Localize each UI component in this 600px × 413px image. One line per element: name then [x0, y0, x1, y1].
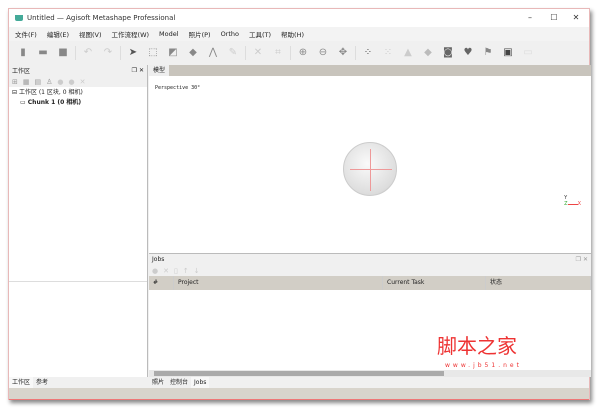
trash-icon[interactable]: ▯: [174, 267, 178, 275]
move-up-icon[interactable]: ↑: [183, 267, 189, 275]
col-project[interactable]: Project: [174, 276, 383, 290]
menu-photo[interactable]: 照片(P): [189, 29, 211, 39]
jobs-table-header: # Project Current Task 状态: [149, 276, 591, 290]
workspace-toolbar: ⊞ ▦ ▤ ♙ ● ● ✕: [9, 76, 147, 87]
status-bar: [9, 388, 589, 400]
pointer-icon[interactable]: ➤: [127, 47, 139, 59]
tab-workspace[interactable]: 工作区: [9, 377, 34, 388]
point-cloud-icon[interactable]: ⁘: [362, 47, 374, 59]
close-button[interactable]: ✕: [565, 9, 587, 27]
navigate-icon[interactable]: ✥: [337, 47, 349, 59]
resize-region-icon[interactable]: ◩: [167, 47, 179, 59]
tab-model[interactable]: 模型: [149, 65, 170, 76]
trackball[interactable]: [343, 142, 397, 196]
delete-icon[interactable]: ✕: [252, 47, 264, 59]
remove-icon[interactable]: ✕: [80, 78, 86, 86]
maximize-button[interactable]: ☐: [543, 9, 565, 27]
tab-console[interactable]: 控制台: [167, 377, 191, 388]
markers-icon[interactable]: ♥: [462, 47, 474, 59]
perspective-label: Perspective 30°: [155, 85, 201, 91]
right-bottom-tabs: 照片 控制台 Jobs: [149, 377, 210, 388]
title-bar: Untitled — Agisoft Metashape Professiona…: [9, 9, 589, 27]
jobs-title: Jobs: [152, 256, 165, 263]
tiled-model-icon[interactable]: ◆: [422, 47, 434, 59]
col-current-task[interactable]: Current Task: [383, 276, 486, 290]
move-down-icon[interactable]: ↓: [194, 267, 200, 275]
mesh-icon[interactable]: ▲: [402, 47, 414, 59]
menu-workflow[interactable]: 工作流程(W): [112, 29, 150, 39]
image-icon[interactable]: ▣: [502, 47, 514, 59]
menu-tools[interactable]: 工具(T): [249, 29, 271, 39]
enable-icon[interactable]: ●: [57, 78, 63, 86]
ruler-icon[interactable]: ⋀: [207, 47, 219, 59]
tree-chunk[interactable]: ▭ Chunk 1 (0 相机): [12, 98, 144, 108]
marker-icon[interactable]: ♙: [46, 78, 52, 86]
add-chunk-icon[interactable]: ⊞: [12, 78, 18, 86]
menu-model[interactable]: Model: [159, 30, 179, 38]
left-bottom-tabs: 工作区 参考: [9, 377, 51, 388]
add-photos-icon[interactable]: ▦: [23, 78, 30, 86]
tab-photos[interactable]: 照片: [149, 377, 167, 388]
minimize-button[interactable]: –: [519, 9, 541, 27]
menu-help[interactable]: 帮助(H): [281, 29, 304, 39]
rect-select-icon[interactable]: ⬚: [147, 47, 159, 59]
new-file-icon[interactable]: ▮: [17, 47, 29, 59]
rotate-region-icon[interactable]: ◆: [187, 47, 199, 59]
watermark-url: www.jb51.net: [445, 362, 522, 369]
tree-root[interactable]: ⊟ 工作区 (1 区块, 0 相机): [12, 88, 144, 98]
col-status[interactable]: 状态: [486, 276, 591, 290]
zoom-in-icon[interactable]: ⊕: [297, 47, 309, 59]
col-number[interactable]: #: [149, 276, 174, 290]
menu-file[interactable]: 文件(F): [15, 29, 37, 39]
open-folder-icon[interactable]: ▬: [37, 47, 49, 59]
panel-float-close-icon[interactable]: ❐ ✕: [132, 67, 144, 74]
tab-reference[interactable]: 参考: [33, 377, 51, 388]
toolbar: ▮ ▬ ■ ↶ ↷ ➤ ⬚ ◩ ◆ ⋀ ✎ ✕ ⌗ ⊕ ⊖ ✥ ⁘ ⁙ ▲ ◆ …: [9, 42, 589, 64]
menu-bar: 文件(F) 编辑(E) 视图(V) 工作流程(W) Model 照片(P) Or…: [9, 27, 589, 41]
save-icon[interactable]: ■: [57, 47, 69, 59]
workspace-title: 工作区: [12, 68, 31, 75]
panel-float-close-icon[interactable]: ❐ ✕: [576, 256, 588, 263]
menu-ortho[interactable]: Ortho: [221, 30, 239, 38]
disable-icon[interactable]: ●: [69, 78, 75, 86]
camera-icon[interactable]: ◙: [442, 47, 454, 59]
draw-icon[interactable]: ✎: [227, 47, 239, 59]
model-view[interactable]: 模型 Perspective 30° Y ZX: [149, 65, 591, 253]
menu-edit[interactable]: 编辑(E): [47, 29, 69, 39]
disabled-tool-icon[interactable]: ▭: [522, 47, 534, 59]
jobs-panel: Jobs ❐ ✕ ● ✕ ▯ ↑ ↓ # Project Current Task 状态: [149, 253, 591, 377]
app-logo-icon: [15, 15, 23, 21]
zoom-out-icon[interactable]: ⊖: [317, 47, 329, 59]
undo-icon[interactable]: ↶: [82, 47, 94, 59]
redo-icon[interactable]: ↷: [102, 47, 114, 59]
workspace-panel: 工作区 ❐ ✕ ⊞ ▦ ▤ ♙ ● ● ✕ ⊟ 工作区 (1 区块, 0 相机) ▭ Chun…: [9, 65, 148, 377]
window-title: Untitled — Agisoft Metashape Professiona…: [27, 14, 176, 22]
crop-icon[interactable]: ⌗: [272, 47, 284, 59]
dense-cloud-icon[interactable]: ⁙: [382, 47, 394, 59]
jobs-toolbar: ● ✕ ▯ ↑ ↓: [149, 265, 591, 276]
menu-view[interactable]: 视图(V): [79, 29, 102, 39]
axes-indicator: Y ZX: [564, 195, 581, 207]
flag-icon[interactable]: ⚑: [482, 47, 494, 59]
watermark-title: 脚本之家: [437, 334, 517, 358]
start-icon[interactable]: ●: [152, 267, 158, 275]
cancel-icon[interactable]: ✕: [163, 267, 169, 275]
horizontal-scrollbar[interactable]: [149, 370, 591, 377]
tab-jobs[interactable]: Jobs: [191, 377, 210, 388]
add-folder-icon[interactable]: ▤: [35, 78, 42, 86]
